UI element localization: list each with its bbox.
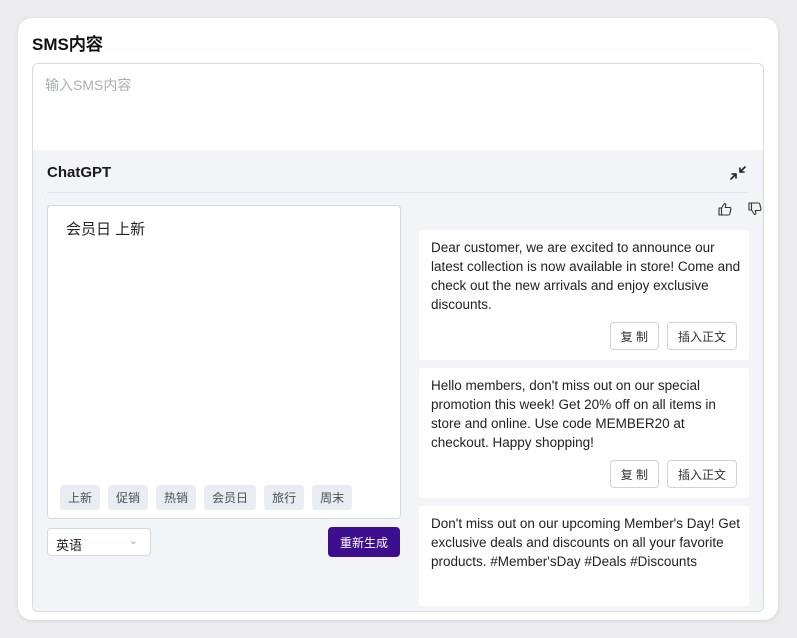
tag-travel[interactable]: 旅行 bbox=[264, 485, 305, 510]
result-text-3: Don't miss out on our upcoming Member's … bbox=[431, 516, 741, 569]
tag-promotion[interactable]: 促销 bbox=[108, 485, 149, 510]
language-value: 英语 bbox=[56, 538, 83, 553]
collapse-icon[interactable] bbox=[727, 162, 749, 184]
sms-content-input[interactable] bbox=[33, 64, 763, 150]
chatgpt-title: ChatGPT bbox=[47, 164, 112, 181]
result-card-2: Hello members, don't miss out on our spe… bbox=[419, 368, 749, 498]
thumbs-down-icon[interactable] bbox=[747, 201, 763, 217]
feedback-buttons bbox=[717, 201, 763, 217]
thumbs-up-icon[interactable] bbox=[717, 201, 733, 217]
result-text-2: Hello members, don't miss out on our spe… bbox=[431, 378, 716, 450]
result-actions-2: 复 制 插入正文 bbox=[609, 460, 737, 488]
result-card-1: Dear customer, we are excited to announc… bbox=[419, 230, 749, 360]
insert-body-button-1[interactable]: 插入正文 bbox=[666, 322, 737, 350]
copy-button-1[interactable]: 复 制 bbox=[609, 322, 659, 350]
copy-button-2[interactable]: 复 制 bbox=[609, 460, 659, 488]
result-text-1: Dear customer, we are excited to announc… bbox=[431, 240, 741, 312]
prompt-text: 会员日 上新 bbox=[66, 221, 146, 238]
language-select[interactable]: 英语 ⌄ bbox=[47, 528, 151, 556]
tag-hot-sale[interactable]: 热销 bbox=[156, 485, 197, 510]
chatgpt-panel: ChatGPT 会员日 上新 上新 促销 热销 会员日 旅行 周末 英语 ⌄ 重… bbox=[33, 150, 763, 611]
result-actions-1: 复 制 插入正文 bbox=[609, 322, 737, 350]
regenerate-button[interactable]: 重新生成 bbox=[328, 527, 400, 557]
tag-list: 上新 促销 热销 会员日 旅行 周末 bbox=[60, 485, 353, 510]
sms-editor: ChatGPT 会员日 上新 上新 促销 热销 会员日 旅行 周末 bbox=[32, 63, 764, 612]
insert-body-button-2[interactable]: 插入正文 bbox=[666, 460, 737, 488]
tag-member-day[interactable]: 会员日 bbox=[204, 485, 257, 510]
section-title: SMS内容 bbox=[32, 35, 103, 54]
tag-weekend[interactable]: 周末 bbox=[312, 485, 353, 510]
chatgpt-header: ChatGPT bbox=[47, 162, 749, 188]
divider bbox=[47, 192, 749, 193]
sms-content-card: SMS内容 ChatGPT 会员日 上新 上新 促销 热销 bbox=[18, 18, 778, 620]
prompt-input[interactable]: 会员日 上新 上新 促销 热销 会员日 旅行 周末 bbox=[47, 205, 401, 519]
tag-new-arrival[interactable]: 上新 bbox=[60, 485, 101, 510]
result-card-3: Don't miss out on our upcoming Member's … bbox=[419, 506, 749, 606]
chevron-down-icon: ⌄ bbox=[128, 535, 138, 547]
